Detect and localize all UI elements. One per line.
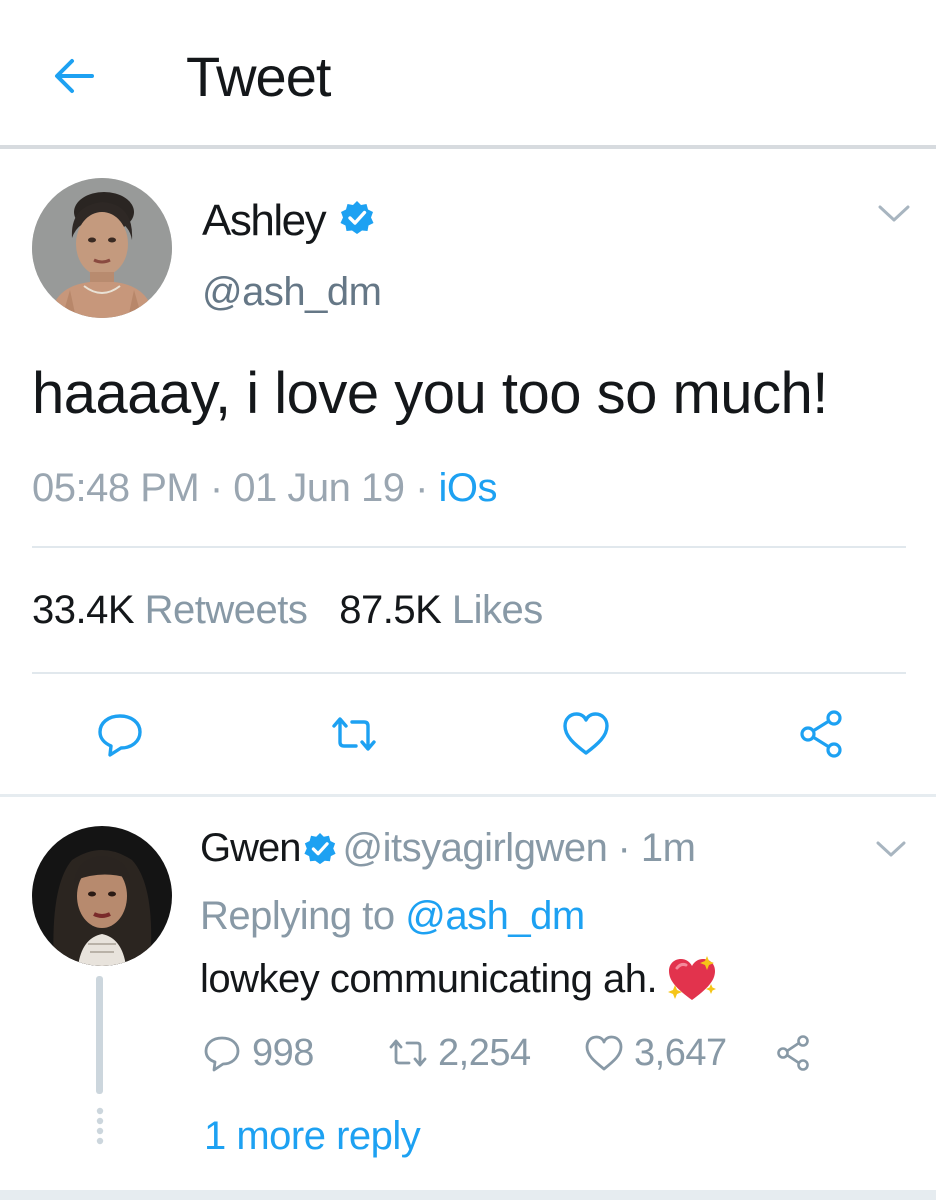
- reply-author-name[interactable]: Gwen: [200, 826, 301, 870]
- reply-text: lowkey communicating ah.: [200, 954, 719, 1004]
- reply-text-content: lowkey communicating ah.: [200, 957, 658, 1001]
- tweet-text: haaaay, i love you too so much!: [32, 361, 828, 426]
- arrow-left-icon[interactable]: [50, 52, 98, 100]
- author-handle[interactable]: @ash_dm: [202, 270, 382, 315]
- retweets-count: 33.4K: [32, 588, 135, 632]
- share-icon[interactable]: [796, 708, 848, 760]
- reply-age: · 1m: [617, 826, 696, 870]
- section-divider: [0, 794, 936, 797]
- reply-button[interactable]: 998: [202, 1028, 314, 1078]
- verified-badge-icon: [303, 832, 336, 865]
- more-replies-link[interactable]: 1 more reply: [204, 1114, 421, 1159]
- likes-stat[interactable]: 87.5K Likes: [339, 588, 543, 632]
- tweet-meta: 05:48 PM · 01 Jun 19 · iOs: [32, 466, 498, 511]
- page-title: Tweet: [186, 45, 331, 108]
- heart-icon: [585, 1035, 623, 1071]
- reply-icon: [204, 1036, 240, 1072]
- share-button[interactable]: [774, 1028, 814, 1078]
- retweet-icon[interactable]: [328, 708, 380, 760]
- reply-header: Gwen @itsyagirlgwen · 1m: [200, 826, 696, 871]
- replying-prefix: Replying to: [200, 894, 395, 938]
- meta-separator: ·: [199, 466, 234, 510]
- sparkling-heart-emoji: [668, 956, 717, 1000]
- author-name[interactable]: Ashley: [202, 196, 327, 246]
- like-count: 3,647: [634, 1031, 727, 1074]
- retweet-icon: [389, 1039, 427, 1067]
- thread-line: [96, 976, 103, 1094]
- avatar-ashley[interactable]: [32, 178, 172, 318]
- heart-icon[interactable]: [560, 708, 612, 760]
- retweet-button[interactable]: 2,254: [388, 1028, 531, 1078]
- chevron-down-icon[interactable]: [876, 202, 912, 226]
- reply-author-handle[interactable]: @itsyagirlgwen: [343, 826, 608, 870]
- header-divider: [0, 145, 936, 149]
- like-button[interactable]: 3,647: [584, 1028, 727, 1078]
- tweet-date: 01 Jun 19: [233, 466, 405, 510]
- retweets-stat[interactable]: 33.4K Retweets: [32, 588, 308, 632]
- meta-separator: ·: [404, 466, 439, 510]
- replying-to: Replying to @ash_dm: [200, 894, 585, 939]
- thread-dots: [95, 1106, 105, 1146]
- chevron-down-icon[interactable]: [874, 838, 908, 860]
- reply-icon[interactable]: [94, 708, 146, 760]
- avatar-gwen[interactable]: [32, 826, 172, 966]
- divider: [32, 672, 906, 674]
- retweet-count: 2,254: [438, 1031, 531, 1074]
- verified-badge-icon: [339, 200, 375, 236]
- top-bar: [0, 0, 936, 146]
- divider: [32, 546, 906, 548]
- tweet-source-link[interactable]: iOs: [439, 466, 498, 510]
- share-icon: [777, 1035, 809, 1071]
- tweet-stats: 33.4K Retweets 87.5K Likes: [32, 588, 543, 633]
- retweets-label: Retweets: [144, 588, 308, 632]
- tweet-time: 05:48 PM: [32, 466, 200, 510]
- bottom-divider: [0, 1190, 936, 1200]
- reply-count: 998: [252, 1031, 314, 1074]
- likes-label: Likes: [451, 588, 543, 632]
- likes-count: 87.5K: [339, 588, 442, 632]
- mention-link[interactable]: @ash_dm: [405, 894, 585, 938]
